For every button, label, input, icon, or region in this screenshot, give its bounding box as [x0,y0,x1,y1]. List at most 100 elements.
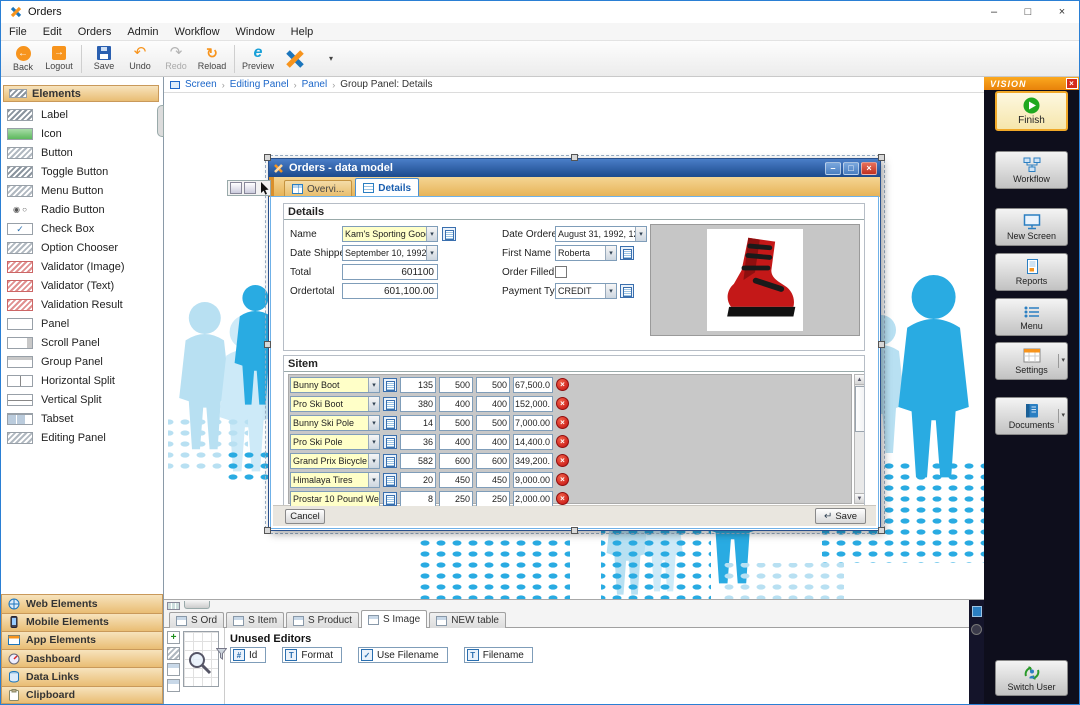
sitem-qty-input[interactable]: 135 [400,377,436,393]
section-mobile-elements[interactable]: Mobile Elements [1,613,163,631]
scrollbar-thumb[interactable] [855,386,865,432]
resize-handle[interactable] [264,527,271,534]
dialog-minimize-button[interactable]: – [825,162,841,175]
toolbar-dropdown-button[interactable] [313,42,349,76]
resize-handle[interactable] [878,527,885,534]
redo-button[interactable]: Redo [158,42,194,76]
section-clipboard[interactable]: Clipboard [1,686,163,704]
tab-s-ord[interactable]: S Ord [169,612,224,628]
add-column-icon[interactable] [167,631,180,644]
chevron-down-icon[interactable] [426,246,437,260]
cancel-button[interactable]: Cancel [285,509,325,524]
panel-drag-handle[interactable] [184,601,210,609]
finish-button[interactable]: Finish [995,91,1068,131]
vision-close-icon[interactable] [1066,78,1078,89]
copy-icon[interactable] [383,454,397,468]
chevron-down-icon[interactable] [635,227,646,241]
palette-item-tabset[interactable]: Tabset [3,409,159,428]
sitem-qty-input[interactable]: 380 [400,396,436,412]
column-style-icon[interactable] [167,647,180,660]
menu-help[interactable]: Help [291,26,314,38]
menu-orders[interactable]: Orders [78,26,112,38]
palette-item-toggle-button[interactable]: Toggle Button [3,162,159,181]
order-filled-checkbox[interactable] [555,266,567,278]
sitem-name-select[interactable]: Prostar 10 Pound We [290,491,380,507]
resize-handle[interactable] [878,154,885,161]
sitem-qty-input[interactable]: 20 [400,472,436,488]
sitem-name-select[interactable]: Grand Prix Bicycle [290,453,380,469]
undo-button[interactable]: Undo [122,42,158,76]
delete-row-icon[interactable] [556,416,569,429]
sitem-qty-input[interactable]: 8 [400,491,436,507]
sitem-qty-input[interactable]: 14 [400,415,436,431]
sitem-total-input[interactable]: 67,500.0 [513,377,553,393]
sitem-name-select[interactable]: Pro Ski Pole [290,434,380,450]
palette-item-validator-image[interactable]: Validator (Image) [3,257,159,276]
workflow-button[interactable]: Workflow [995,151,1068,189]
dialog-titlebar[interactable]: Orders - data model – □ × [269,159,880,177]
name-select[interactable]: Kam's Sporting Good [342,226,438,242]
sitem-total-input[interactable]: 152,000. [513,396,553,412]
chevron-down-icon[interactable] [605,246,616,260]
table-view-icon[interactable] [167,679,180,692]
reports-button[interactable]: Reports [995,253,1068,291]
sitem-price2-input[interactable]: 400 [476,396,510,412]
sitem-qty-input[interactable]: 36 [400,434,436,450]
sitem-price2-input[interactable]: 500 [476,377,510,393]
breadcrumb-panel[interactable]: Panel [302,79,328,90]
palette-item-radio-button[interactable]: Radio Button [3,200,159,219]
copy-icon[interactable] [620,284,634,298]
chevron-down-icon[interactable] [368,435,379,449]
tab-s-image[interactable]: S Image [361,610,427,628]
new-screen-button[interactable]: New Screen [995,208,1068,246]
tab-s-product[interactable]: S Product [286,612,359,628]
sitem-total-input[interactable]: 349,200. [513,453,553,469]
resize-handle[interactable] [571,527,578,534]
section-dashboard[interactable]: Dashboard [1,649,163,667]
chevron-down-icon[interactable] [368,416,379,430]
resize-handle[interactable] [878,341,885,348]
menu-file[interactable]: File [9,26,27,38]
palette-item-panel[interactable]: Panel [3,314,159,333]
palette-item-editing-panel[interactable]: Editing Panel [3,428,159,447]
editor-chip-filename[interactable]: TFilename [464,647,533,663]
logout-button[interactable]: Logout [41,42,77,76]
tab-details[interactable]: Details [355,178,419,197]
chevron-down-icon[interactable] [379,492,380,506]
magnifier-icon[interactable] [187,650,213,676]
sitem-price-input[interactable]: 600 [439,453,473,469]
sitem-name-select[interactable]: Bunny Boot [290,377,380,393]
sitem-price2-input[interactable]: 400 [476,434,510,450]
palette-item-scroll-panel[interactable]: Scroll Panel [3,333,159,352]
breadcrumb-editing-panel[interactable]: Editing Panel [230,79,289,90]
copy-icon[interactable] [383,473,397,487]
chevron-down-icon[interactable] [368,378,379,392]
palette-item-vertical-split[interactable]: Vertical Split [3,390,159,409]
palette-item-check-box[interactable]: Check Box [3,219,159,238]
ordertotal-input[interactable]: 601,100.00 [342,283,438,299]
palette-item-button[interactable]: Button [3,143,159,162]
palette-item-validation-result[interactable]: Validation Result [3,295,159,314]
copy-icon[interactable] [442,227,456,241]
maximize-button[interactable]: □ [1011,1,1045,23]
palette-item-horizontal-split[interactable]: Horizontal Split [3,371,159,390]
close-button[interactable]: × [1045,1,1079,23]
chevron-down-icon[interactable] [1058,409,1065,423]
save-button[interactable]: Save [86,42,122,76]
sitem-price-input[interactable]: 400 [439,434,473,450]
delete-row-icon[interactable] [556,473,569,486]
table-view-icon[interactable] [167,663,180,676]
sitem-price2-input[interactable]: 450 [476,472,510,488]
chevron-down-icon[interactable] [368,473,379,487]
tab-new-table[interactable]: NEW table [429,612,506,628]
palette-item-validator-text[interactable]: Validator (Text) [3,276,159,295]
vision-logo-button[interactable] [277,42,313,76]
breadcrumb-group-panel-details[interactable]: Group Panel: Details [340,79,432,90]
copy-icon[interactable] [383,435,397,449]
delete-row-icon[interactable] [556,378,569,391]
sitem-price-input[interactable]: 500 [439,377,473,393]
reload-button[interactable]: Reload [194,42,230,76]
copy-icon[interactable] [383,492,397,506]
resize-handle[interactable] [571,154,578,161]
elements-palette-header[interactable]: Elements [3,85,159,102]
